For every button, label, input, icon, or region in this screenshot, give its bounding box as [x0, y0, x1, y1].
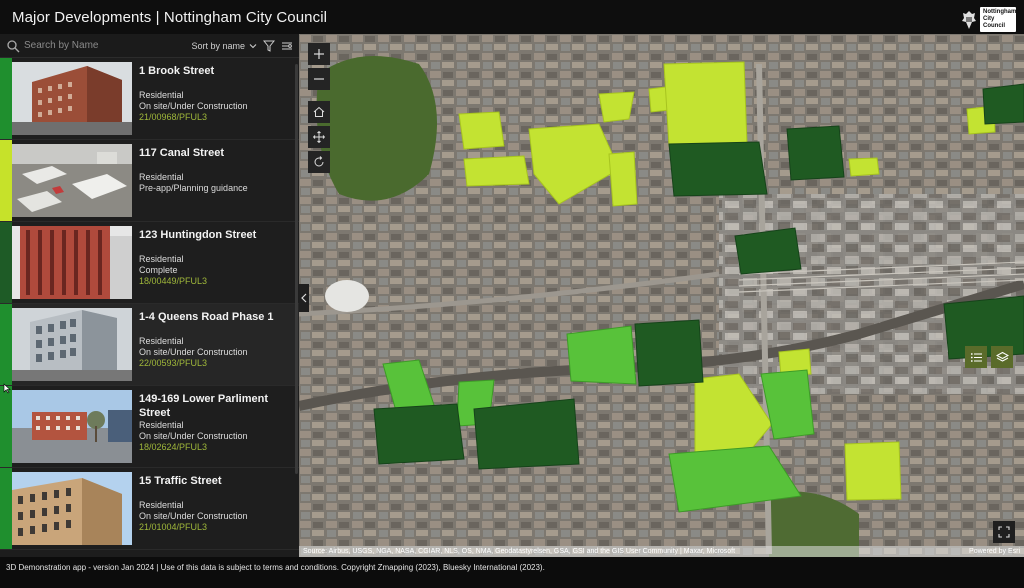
attribution-text: Source: Airbus, USGS, NGA, NASA, CGIAR, …: [303, 548, 736, 555]
collapse-sidebar-button[interactable]: [299, 284, 309, 312]
pan-button[interactable]: [308, 126, 330, 148]
council-logo: Nottingham City Council: [961, 7, 1016, 32]
logo-wordmark: Nottingham City Council: [980, 7, 1016, 32]
development-type: Residential: [139, 500, 184, 510]
development-thumbnail: [12, 226, 132, 299]
development-status: On site/Under Construction: [139, 101, 248, 111]
development-type: Residential: [139, 90, 184, 100]
development-type: Residential: [139, 336, 184, 346]
search-icon: [7, 39, 20, 52]
development-thumbnail: [12, 472, 132, 545]
development-status: On site/Under Construction: [139, 511, 248, 521]
development-type: Residential: [139, 420, 184, 430]
map-attribution: Source: Airbus, USGS, NGA, NASA, CGIAR, …: [299, 546, 1024, 557]
list-scrollbar[interactable]: [295, 64, 298, 474]
map-navigation-toolbar: [308, 43, 330, 176]
zoom-in-button[interactable]: [308, 43, 330, 65]
logo-line-1: Nottingham: [983, 9, 1017, 15]
development-name: 149-169 Lower Parliment Street: [139, 393, 269, 419]
app-header: Major Developments | Nottingham City Cou…: [0, 0, 1024, 34]
development-name: 117 Canal Street: [139, 147, 224, 159]
list-item[interactable]: 123 Huntingdon Street Residential Comple…: [0, 222, 299, 304]
development-thumbnail: [12, 308, 132, 381]
item-details: 117 Canal Street Residential Pre-app/Pla…: [132, 140, 299, 221]
sort-label: Sort by name: [191, 40, 245, 51]
development-name: 1 Brook Street: [139, 65, 215, 77]
list-item[interactable]: 1-4 Queens Road Phase 1 Residential On s…: [0, 304, 299, 386]
development-type: Residential: [139, 254, 184, 264]
sort-dropdown[interactable]: Sort by name: [191, 41, 257, 51]
development-status: On site/Under Construction: [139, 431, 248, 441]
layers-button[interactable]: [991, 346, 1013, 368]
aerial-3d-scene: [299, 34, 1024, 557]
status-color-strip: [0, 304, 12, 385]
list-item[interactable]: 149-169 Lower Parliment Street Residenti…: [0, 386, 299, 468]
list-item[interactable]: 15 Traffic Street Residential On site/Un…: [0, 468, 299, 550]
planning-reference: 18/02624/PFUL3: [139, 442, 208, 452]
development-status: Pre-app/Planning guidance: [139, 183, 248, 193]
move-icon: [313, 131, 325, 143]
development-thumbnail: [12, 62, 132, 135]
item-details: 1-4 Queens Road Phase 1 Residential On s…: [132, 304, 299, 385]
development-status: Complete: [139, 265, 178, 275]
status-color-strip: [0, 222, 12, 303]
search-input[interactable]: [24, 40, 174, 51]
list-settings-icon[interactable]: [281, 40, 293, 52]
development-thumbnail: [12, 390, 132, 463]
development-thumbnail: [12, 144, 132, 217]
legend-list-icon: [970, 352, 982, 362]
chevron-down-icon: [249, 43, 257, 48]
development-type: Residential: [139, 172, 184, 182]
legend-button[interactable]: [965, 346, 987, 368]
planning-reference: 22/00593/PFUL3: [139, 358, 208, 368]
list-item[interactable]: 117 Canal Street Residential Pre-app/Pla…: [0, 140, 299, 222]
item-details: 123 Huntingdon Street Residential Comple…: [132, 222, 299, 303]
coat-of-arms-icon: [962, 10, 976, 29]
development-name: 123 Huntingdon Street: [139, 229, 257, 241]
logo-line-2: City Council: [983, 16, 1005, 29]
pointer-cursor-icon: [3, 383, 11, 394]
status-color-strip: [0, 468, 12, 549]
status-color-strip: [0, 140, 12, 221]
planning-reference: 21/00968/PFUL3: [139, 112, 208, 122]
development-name: 1-4 Queens Road Phase 1: [139, 311, 274, 323]
search-bar: Sort by name: [0, 34, 299, 58]
filter-icon[interactable]: [263, 40, 275, 52]
powered-by-esri[interactable]: Powered by Esri: [969, 546, 1020, 557]
fullscreen-icon: [998, 526, 1010, 538]
rotate-icon: [314, 156, 324, 167]
developments-list: 1 Brook Street Residential On site/Under…: [0, 58, 299, 550]
developments-sidebar: Sort by name: [0, 34, 299, 557]
development-name: 15 Traffic Street: [139, 475, 222, 487]
item-details: 149-169 Lower Parliment Street Residenti…: [132, 386, 299, 467]
planning-reference: 21/01004/PFUL3: [139, 522, 208, 532]
app-footer: 3D Demonstration app - version Jan 2024 …: [0, 557, 1024, 588]
zoom-out-button[interactable]: [308, 68, 330, 90]
home-icon: [313, 106, 325, 117]
planning-reference: 18/00449/PFUL3: [139, 276, 208, 286]
fullscreen-button[interactable]: [993, 521, 1015, 543]
status-color-strip: [0, 58, 12, 139]
app-title: Major Developments | Nottingham City Cou…: [12, 8, 328, 26]
layers-icon: [995, 351, 1009, 362]
map-widgets: [965, 346, 1013, 368]
chevron-left-icon: [301, 293, 307, 303]
plus-icon: [314, 49, 324, 59]
home-button[interactable]: [308, 101, 330, 123]
minus-icon: [314, 78, 324, 80]
rotate-button[interactable]: [308, 151, 330, 173]
item-details: 15 Traffic Street Residential On site/Un…: [132, 468, 299, 549]
3d-map-view[interactable]: Source: Airbus, USGS, NGA, NASA, CGIAR, …: [299, 34, 1024, 557]
footer-text: 3D Demonstration app - version Jan 2024 …: [6, 563, 545, 572]
item-details: 1 Brook Street Residential On site/Under…: [132, 58, 299, 139]
development-status: On site/Under Construction: [139, 347, 248, 357]
list-item[interactable]: 1 Brook Street Residential On site/Under…: [0, 58, 299, 140]
status-color-strip: [0, 386, 12, 467]
